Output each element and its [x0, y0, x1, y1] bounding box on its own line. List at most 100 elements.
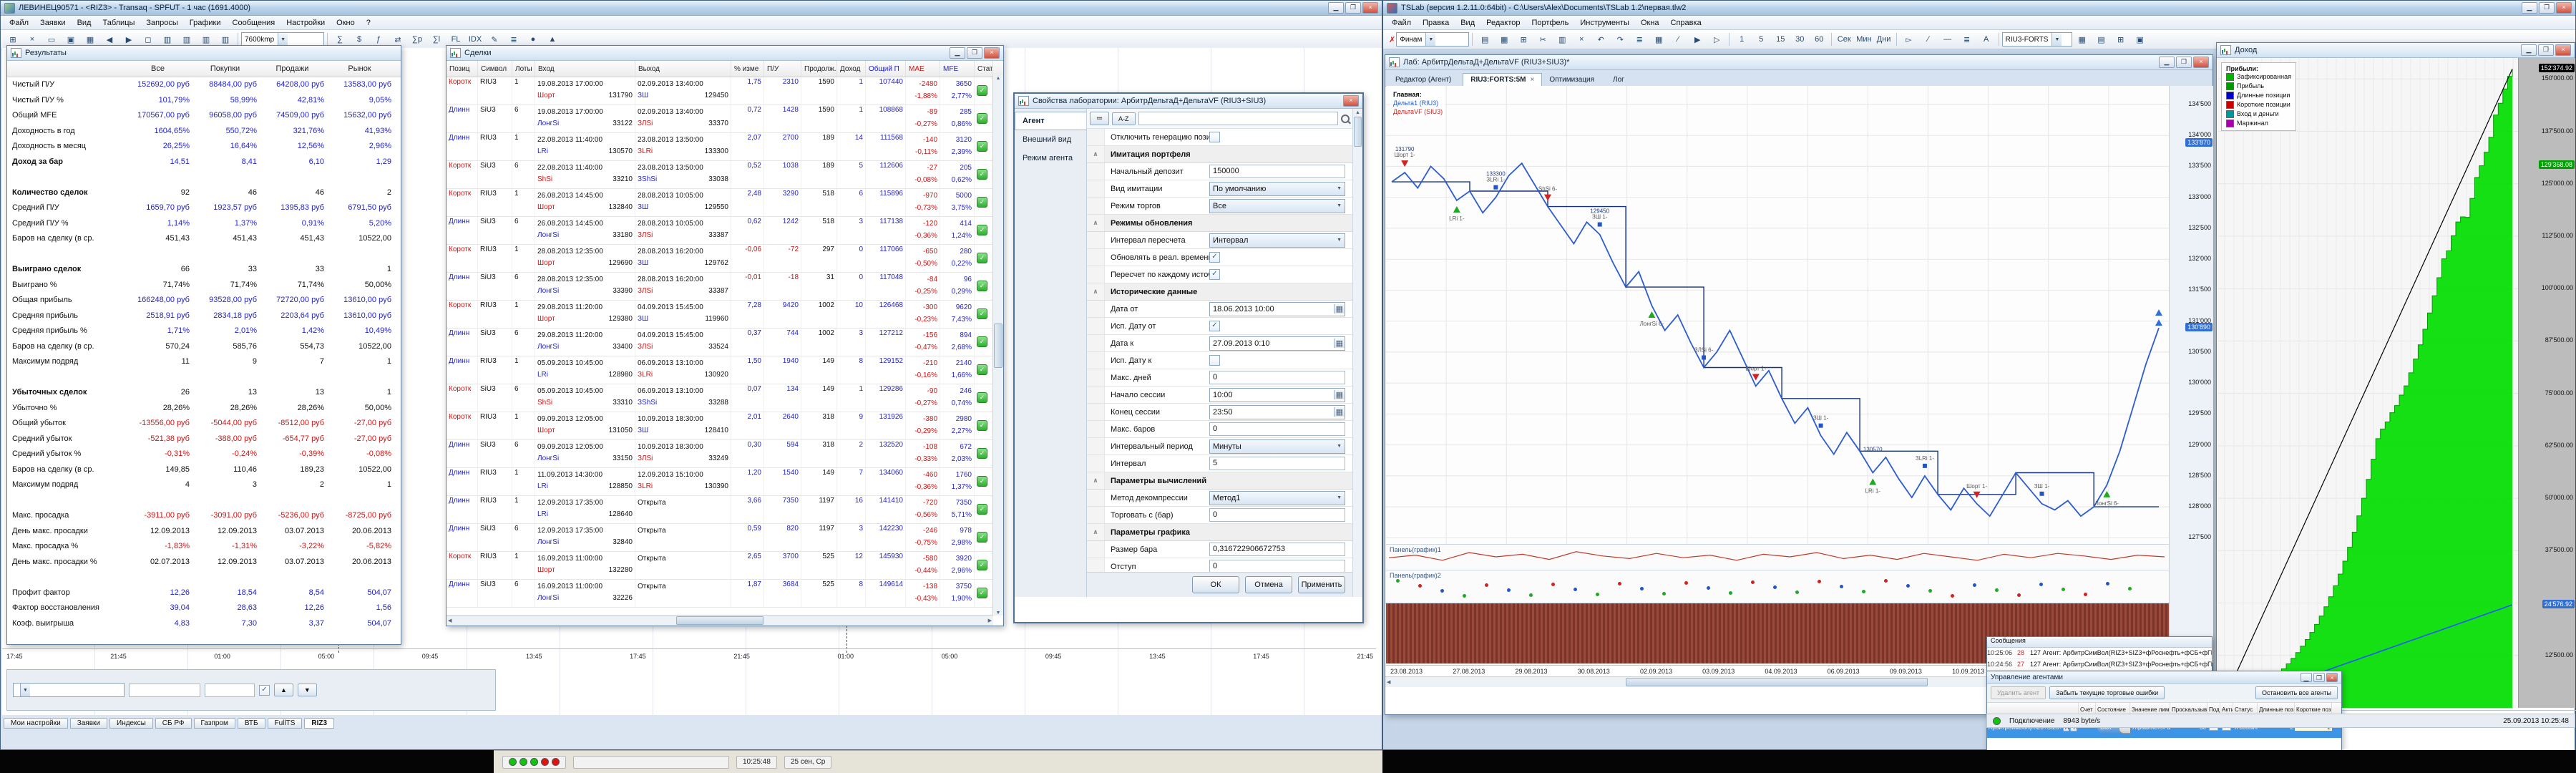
menu-item[interactable]: Настройки	[280, 18, 331, 28]
results-row[interactable]: Максимум подряд 4 3 2 1	[7, 477, 401, 493]
dialog-titlebar[interactable]: Свойства лаборатории: АрбитрДельтаД+Дель…	[1015, 94, 1362, 109]
date-input[interactable]: 18.06.2013 10:00▦	[1209, 302, 1345, 316]
results-row[interactable]: Убыточных сделок 26 13 13 1	[7, 385, 401, 401]
lab-tab[interactable]: Редактор (Агент)	[1388, 74, 1463, 86]
draw-tool-icon[interactable]: ▻	[1900, 31, 1918, 47]
dropdown[interactable]: Все▼	[1209, 199, 1345, 213]
income-axis[interactable]: 150'000.00137'500.00125'000.00112'500.00…	[2518, 58, 2575, 708]
workspace-tab[interactable]: Индексы	[109, 718, 153, 729]
symbol-combo[interactable]: ▼	[13, 683, 125, 697]
trade-row[interactable]: Длинн SiU3 6 09.09.2013 12:05:00 ЛонгSi3…	[447, 440, 1003, 468]
close-button[interactable]: ×	[984, 47, 1000, 59]
column-header[interactable]: Рынок	[328, 61, 395, 77]
dialog-button[interactable]: Отмена	[1245, 576, 1292, 593]
trade-row[interactable]: Длинн RIU3 1 12.09.2013 17:35:00 LRi1286…	[447, 496, 1003, 524]
agents-titlebar[interactable]: Управление агентами ▁ ❐ ×	[1987, 671, 2341, 684]
timeframe-button[interactable]: 5	[1752, 31, 1770, 47]
results-row[interactable]: День макс. просадки % 02.07.2013 12.09.2…	[7, 555, 401, 570]
toolbar-icon[interactable]: ▷	[1707, 31, 1726, 47]
close-button[interactable]: ×	[2193, 57, 2209, 68]
tab-appearance[interactable]: Внешний вид	[1015, 130, 1086, 149]
trade-row[interactable]: Коротк SiU3 6 05.09.2013 10:45:00 ShSi33…	[447, 384, 1003, 412]
draw-tool-icon[interactable]: A	[1977, 31, 1996, 47]
timeframe-unit-button[interactable]: Мин	[1854, 31, 1873, 47]
column-header[interactable]: Выход	[635, 61, 731, 77]
menu-item[interactable]: Редактор	[1480, 18, 1526, 28]
minimize-button[interactable]: ▁	[950, 47, 965, 59]
results-row[interactable]: Общий MFE 170567,00 руб 96058,00 руб 745…	[7, 108, 401, 124]
results-row[interactable]: Макс. просадка -3911,00 руб -3091,00 руб…	[7, 508, 401, 524]
trade-row[interactable]: Длинн SiU3 6 19.08.2013 17:00:00 ЛонгSi3…	[447, 105, 1003, 133]
checkbox[interactable]: ✓	[259, 685, 270, 696]
trade-row[interactable]: Длинн RIU3 1 22.08.2013 11:40:00 LRi1305…	[447, 133, 1003, 161]
workspace-tab[interactable]: Газпром	[194, 718, 235, 729]
minimize-button[interactable]: ▁	[2522, 2, 2537, 14]
timeframe-button[interactable]: 30	[1790, 31, 1809, 47]
transaq-titlebar[interactable]: ЛЕВИНЕЦ90571 - <RIZ3> - Transaq - SPFUT …	[1, 1, 1382, 16]
chart-type-combo[interactable]: 7600kmp ▼	[241, 32, 324, 47]
lab-tab[interactable]: RIU3:FORTS:5M×	[1463, 73, 1542, 86]
trade-row[interactable]: Длинн SiU3 6 26.08.2013 14:45:00 ЛонгSi3…	[447, 217, 1003, 245]
property-section[interactable]: ∧Параметры графика	[1087, 524, 1352, 541]
menu-item[interactable]: Графики	[184, 18, 227, 28]
workspace-tab[interactable]: FullTS	[268, 718, 303, 729]
close-tab-icon[interactable]: ×	[1530, 76, 1534, 84]
menu-item[interactable]: Вид	[1455, 18, 1480, 28]
draw-tool-icon[interactable]: ∕	[1919, 31, 1938, 47]
column-header[interactable]: % изме	[731, 61, 764, 77]
dialog-button[interactable]: ОК	[1192, 576, 1239, 593]
toolbar-icon[interactable]: ⊞	[1514, 31, 1533, 47]
maximize-button[interactable]: ❐	[967, 47, 982, 59]
toolbar-icon[interactable]: ▦	[2073, 31, 2092, 47]
menu-item[interactable]: Таблицы	[97, 18, 140, 28]
column-header[interactable]: Покупки	[193, 61, 260, 77]
tab-agent[interactable]: Агент	[1015, 112, 1086, 130]
minimize-button[interactable]: ▁	[2159, 57, 2175, 68]
results-row[interactable]: Общий убыток -13556,00 руб -5044,00 руб …	[7, 416, 401, 432]
maximize-button[interactable]: ❐	[2313, 673, 2325, 682]
dialog-button[interactable]: Применить	[1298, 576, 1345, 593]
menu-item[interactable]: ?	[361, 18, 376, 28]
forget-errors-button[interactable]: Забыть текущие торговые ошибки	[2049, 686, 2165, 699]
checkbox[interactable]	[1209, 132, 1220, 142]
results-row[interactable]: Доходность в месяц 26,25% 16,64% 12,56% …	[7, 139, 401, 155]
sort-az-button[interactable]: A-Z	[1112, 112, 1136, 125]
small-button[interactable]: ▲	[274, 684, 293, 696]
trade-row[interactable]: Коротк RIU3 1 29.08.2013 11:20:00 Шорт12…	[447, 301, 1003, 329]
column-header[interactable]: MFE	[940, 61, 975, 77]
results-titlebar[interactable]: Результаты	[7, 46, 401, 61]
account-combo[interactable]: Финам ▼	[1396, 32, 1469, 47]
workspace-tab[interactable]: Заявки	[70, 718, 107, 729]
results-row[interactable]: Доходность в год 1604,65% 550,72% 321,76…	[7, 124, 401, 140]
column-header[interactable]: Стат	[975, 61, 993, 77]
trade-row[interactable]: Коротк SiU3 6 22.08.2013 11:40:00 ShSi33…	[447, 161, 1003, 189]
column-header[interactable]: Продолж.	[801, 61, 837, 77]
toolbar-icon[interactable]: ▦	[1649, 31, 1668, 47]
text-input[interactable]: 0	[1209, 508, 1345, 522]
minimize-button[interactable]: ▁	[1328, 2, 1344, 14]
vertical-scrollbar[interactable]: ▲▼	[992, 76, 1003, 616]
menu-item[interactable]: Файл	[4, 18, 34, 28]
menu-item[interactable]: Окна	[1635, 18, 1665, 28]
workspace-tab[interactable]: ВТБ	[238, 718, 265, 729]
results-row[interactable]: Средняя прибыль 2518,91 руб 2834,18 руб …	[7, 308, 401, 324]
property-section[interactable]: ∧Исторические данные	[1087, 283, 1352, 301]
draw-tool-icon[interactable]: ≣	[1958, 31, 1976, 47]
column-header[interactable]: Все	[126, 61, 193, 77]
property-search-input[interactable]	[1138, 112, 1339, 125]
maximize-button[interactable]: ❐	[2538, 44, 2554, 56]
property-section[interactable]: ∧Режимы обновления	[1087, 215, 1352, 232]
workspace-tab[interactable]: СБ РФ	[155, 718, 192, 729]
results-row[interactable]: Выиграно сделок 66 33 33 1	[7, 262, 401, 278]
message-row[interactable]: 10:24:56 27 127 Агент: АрбитрСимВол(RIZ3…	[1987, 659, 2212, 671]
checkbox[interactable]: ✓	[1209, 321, 1220, 331]
price-input[interactable]	[129, 684, 200, 697]
close-button[interactable]: ×	[2556, 2, 2572, 14]
column-header[interactable]: Символ	[478, 61, 512, 77]
column-header[interactable]: Лоты	[512, 61, 535, 77]
date-input[interactable]: 10:00▦	[1209, 388, 1345, 402]
tslab-titlebar[interactable]: TSLab (версия 1.2.11.0:64bit) - C:\Users…	[1383, 1, 2575, 16]
small-button[interactable]: ▼	[298, 684, 317, 696]
results-row[interactable]: Средний П/У % 1,14% 1,37% 0,91% 5,20%	[7, 216, 401, 232]
minimize-button[interactable]: ▁	[2521, 44, 2537, 56]
